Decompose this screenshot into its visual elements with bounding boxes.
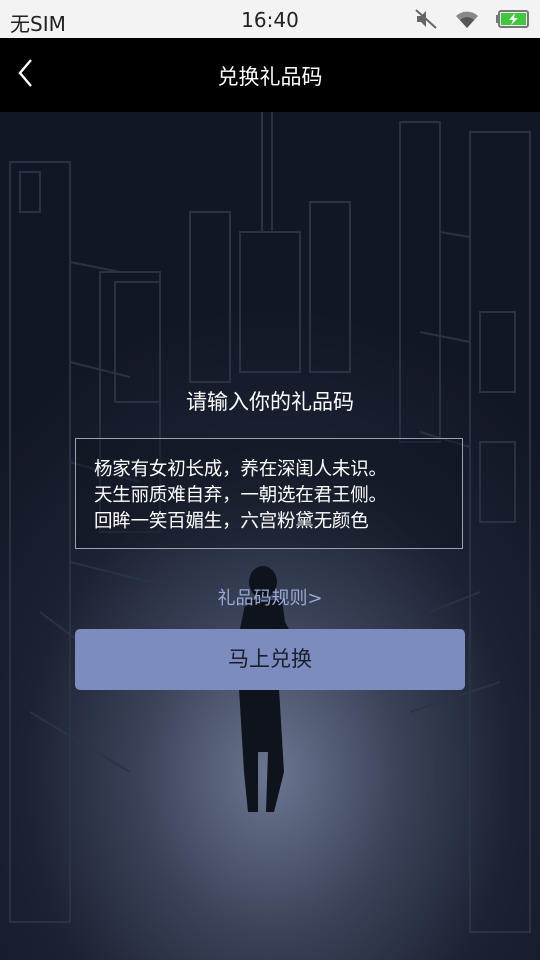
status-icons xyxy=(414,6,530,32)
mute-icon xyxy=(414,7,438,31)
code-prompt: 请输入你的礼品码 xyxy=(186,390,354,414)
nav-bar: 兑换礼品码 xyxy=(0,38,540,112)
gift-code-rules-link[interactable]: 礼品码规则> xyxy=(0,584,540,610)
battery-charging-icon xyxy=(496,9,530,29)
redeem-button[interactable]: 马上兑换 xyxy=(75,629,465,690)
status-bar: 无SIM 16:40 xyxy=(0,0,540,38)
gift-code-input[interactable]: 杨家有女初长成，养在深闺人未识。 天生丽质难自弃，一朝选在君王侧。 回眸一笑百媚… xyxy=(75,438,463,549)
wifi-icon xyxy=(454,8,480,30)
page-title: 兑换礼品码 xyxy=(217,65,323,89)
